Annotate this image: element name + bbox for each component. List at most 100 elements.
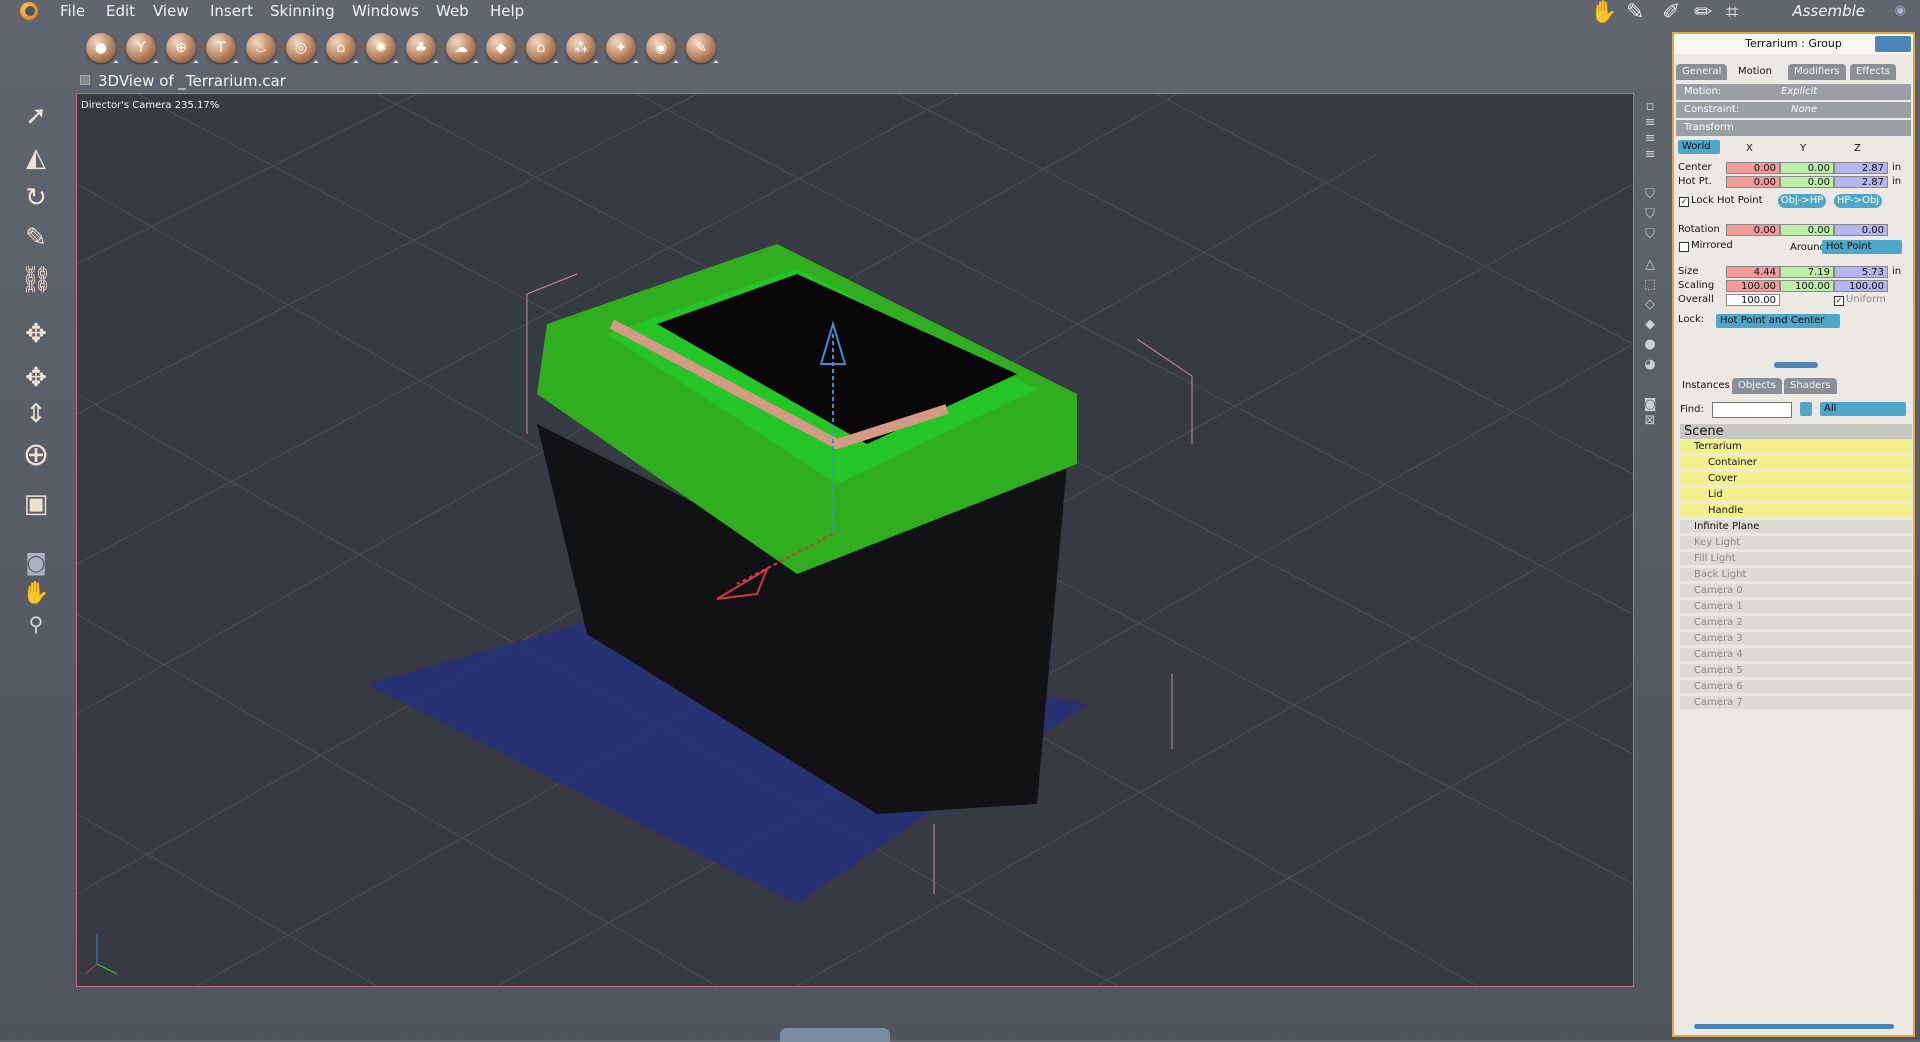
cone-icon[interactable]: △ — [1642, 258, 1658, 272]
view-list2-icon[interactable]: ≡ — [1642, 132, 1658, 146]
tree-item-cover[interactable]: Cover — [1680, 472, 1912, 485]
torus-tool-icon[interactable]: ◎ — [286, 33, 316, 63]
tree-item-camera-2[interactable]: Camera 2 — [1680, 616, 1912, 629]
find-options-icon[interactable] — [1800, 402, 1812, 416]
shield-icon[interactable]: ⛉ — [1642, 188, 1658, 202]
tree-item-camera-6[interactable]: Camera 6 — [1680, 680, 1912, 693]
pencil-icon[interactable]: ✎ — [20, 222, 52, 254]
pan-hand-icon[interactable]: ✋ — [20, 578, 52, 610]
motion-value[interactable]: Explicit — [1781, 84, 1817, 100]
wire-cube-icon[interactable]: ◇ — [1642, 298, 1658, 312]
hotpt-x-field[interactable]: 0.00 — [1726, 176, 1780, 188]
shield3-icon[interactable]: ⛉ — [1642, 228, 1658, 242]
zoom-icon[interactable]: ⚲ — [20, 608, 52, 640]
move-all-icon[interactable]: ⊕ — [20, 438, 52, 470]
panel-resize-handle[interactable] — [1774, 362, 1818, 368]
tree-item-handle[interactable]: Handle — [1680, 504, 1912, 517]
constraint-row[interactable]: Constraint: None — [1676, 102, 1911, 118]
size-x-field[interactable]: 4.44 — [1726, 266, 1780, 278]
move-z-icon[interactable]: ⇕ — [20, 398, 52, 430]
lock-dropdown[interactable]: Hot Point and Center — [1716, 314, 1840, 328]
size-y-field[interactable]: 7.19 — [1780, 266, 1834, 278]
rotation-z-field[interactable]: 0.00 — [1834, 224, 1888, 236]
menu-skinning[interactable]: Skinning — [270, 2, 335, 20]
scene-header[interactable]: Scene — [1680, 424, 1912, 439]
target-tool-icon[interactable]: ◉ — [646, 33, 676, 63]
tree-item-infinite-plane[interactable]: Infinite Plane — [1680, 520, 1912, 533]
tree-tool-icon[interactable]: ♣ — [406, 33, 436, 63]
hand-room-icon[interactable]: ✋ — [1590, 0, 1617, 25]
shaded-sphere-icon[interactable]: ● — [1642, 338, 1658, 352]
space-dropdown[interactable]: World — [1678, 140, 1720, 154]
select-arrow-icon[interactable]: ➚ — [20, 100, 52, 132]
filter-dropdown[interactable]: All — [1820, 402, 1906, 416]
group-tool-icon[interactable]: ⁂ — [566, 33, 596, 63]
tree-item-lid[interactable]: Lid — [1680, 488, 1912, 501]
tab-general[interactable]: General — [1676, 64, 1728, 80]
terrain-tool-icon[interactable]: ⌂ — [326, 33, 356, 63]
sphere-tool-icon[interactable]: ● — [86, 33, 116, 63]
constraint-value[interactable]: None — [1791, 102, 1817, 118]
textured-sphere-icon[interactable]: ◕ — [1642, 358, 1658, 372]
eye-icon[interactable]: ◉ — [1895, 3, 1906, 18]
view-single-icon[interactable]: ▫ — [1642, 100, 1658, 114]
browser-scrollbar[interactable] — [1694, 1024, 1894, 1029]
camera-icon[interactable]: ◙ — [20, 548, 52, 580]
tree-item-camera-1[interactable]: Camera 1 — [1680, 600, 1912, 613]
panel-layout-icon[interactable] — [1875, 36, 1911, 52]
model-room-icon[interactable]: ✎ — [1626, 0, 1644, 25]
hotpt-z-field[interactable]: 2.87 — [1834, 176, 1888, 188]
obj-to-hp-button[interactable]: Obj->HP — [1778, 194, 1826, 208]
tree-item-back-light[interactable]: Back Light — [1680, 568, 1912, 581]
tab-effects[interactable]: Effects — [1850, 64, 1896, 80]
move-xy-icon[interactable]: ✥ — [20, 318, 52, 350]
flame-tool-icon[interactable]: ♨ — [246, 33, 276, 63]
tree-item-camera-0[interactable]: Camera 0 — [1680, 584, 1912, 597]
tree-item-camera-5[interactable]: Camera 5 — [1680, 664, 1912, 677]
view-list-icon[interactable]: ≡ — [1642, 116, 1658, 130]
house-tool-icon[interactable]: ⌂ — [526, 33, 556, 63]
app-logo-icon[interactable] — [20, 2, 38, 20]
lock-hot-point-checkbox[interactable]: ✓ — [1679, 197, 1689, 207]
hotpt-y-field[interactable]: 0.00 — [1780, 176, 1834, 188]
view-list3-icon[interactable]: ≡ — [1642, 148, 1658, 162]
menu-web[interactable]: Web — [436, 2, 469, 20]
lights-tool-icon[interactable]: ✦ — [606, 33, 636, 63]
rotation-x-field[interactable]: 0.00 — [1726, 224, 1780, 236]
tree-item-camera-3[interactable]: Camera 3 — [1680, 632, 1912, 645]
view-collapse-icon[interactable] — [80, 75, 90, 85]
cube-icon[interactable]: ▣ — [20, 488, 52, 520]
tree-item-terrarium[interactable]: Terrarium — [1680, 440, 1912, 453]
move-xz-icon[interactable]: ✥ — [20, 362, 52, 394]
transform-header[interactable]: Transform — [1676, 120, 1911, 136]
link-icon[interactable]: ⛓ — [20, 264, 53, 296]
tab-instances[interactable]: Instances — [1676, 378, 1736, 394]
find-input[interactable] — [1712, 402, 1792, 418]
dotted-cube-icon[interactable]: ⬚ — [1642, 278, 1658, 292]
overall-field[interactable]: 100.00 — [1726, 294, 1780, 306]
tree-item-container[interactable]: Container — [1680, 456, 1912, 469]
menu-edit[interactable]: Edit — [106, 2, 135, 20]
menu-view[interactable]: View — [153, 2, 189, 20]
hp-to-obj-button[interactable]: HP->Obj — [1834, 194, 1882, 208]
plant-tool-icon[interactable]: ✺ — [366, 33, 396, 63]
direct-move-icon[interactable]: ◭ — [20, 142, 52, 174]
spline-tool-icon[interactable]: ◆ — [486, 33, 516, 63]
texture-room-icon[interactable]: ✐ — [1662, 0, 1680, 25]
flat-cube-icon[interactable]: ◆ — [1642, 318, 1658, 332]
tab-objects[interactable]: Objects — [1732, 378, 1782, 394]
rotate-icon[interactable]: ↻ — [20, 182, 52, 214]
center-y-field[interactable]: 0.00 — [1780, 162, 1834, 174]
center-z-field[interactable]: 2.87 — [1834, 162, 1888, 174]
around-dropdown[interactable]: Hot Point — [1822, 240, 1902, 254]
cloud-tool-icon[interactable]: ☁ — [446, 33, 476, 63]
mirrored-checkbox[interactable] — [1679, 242, 1689, 252]
tab-modifiers[interactable]: Modifiers — [1788, 64, 1846, 80]
uniform-checkbox[interactable]: ✓ — [1834, 296, 1844, 306]
center-x-field[interactable]: 0.00 — [1726, 162, 1780, 174]
menu-insert[interactable]: Insert — [210, 2, 253, 20]
tab-shaders[interactable]: Shaders — [1784, 378, 1837, 394]
brush-room-icon[interactable]: ✏ — [1694, 0, 1712, 25]
target-small-icon[interactable]: ⊠ — [1642, 414, 1658, 428]
glass-tool-icon[interactable]: Y — [126, 33, 156, 63]
